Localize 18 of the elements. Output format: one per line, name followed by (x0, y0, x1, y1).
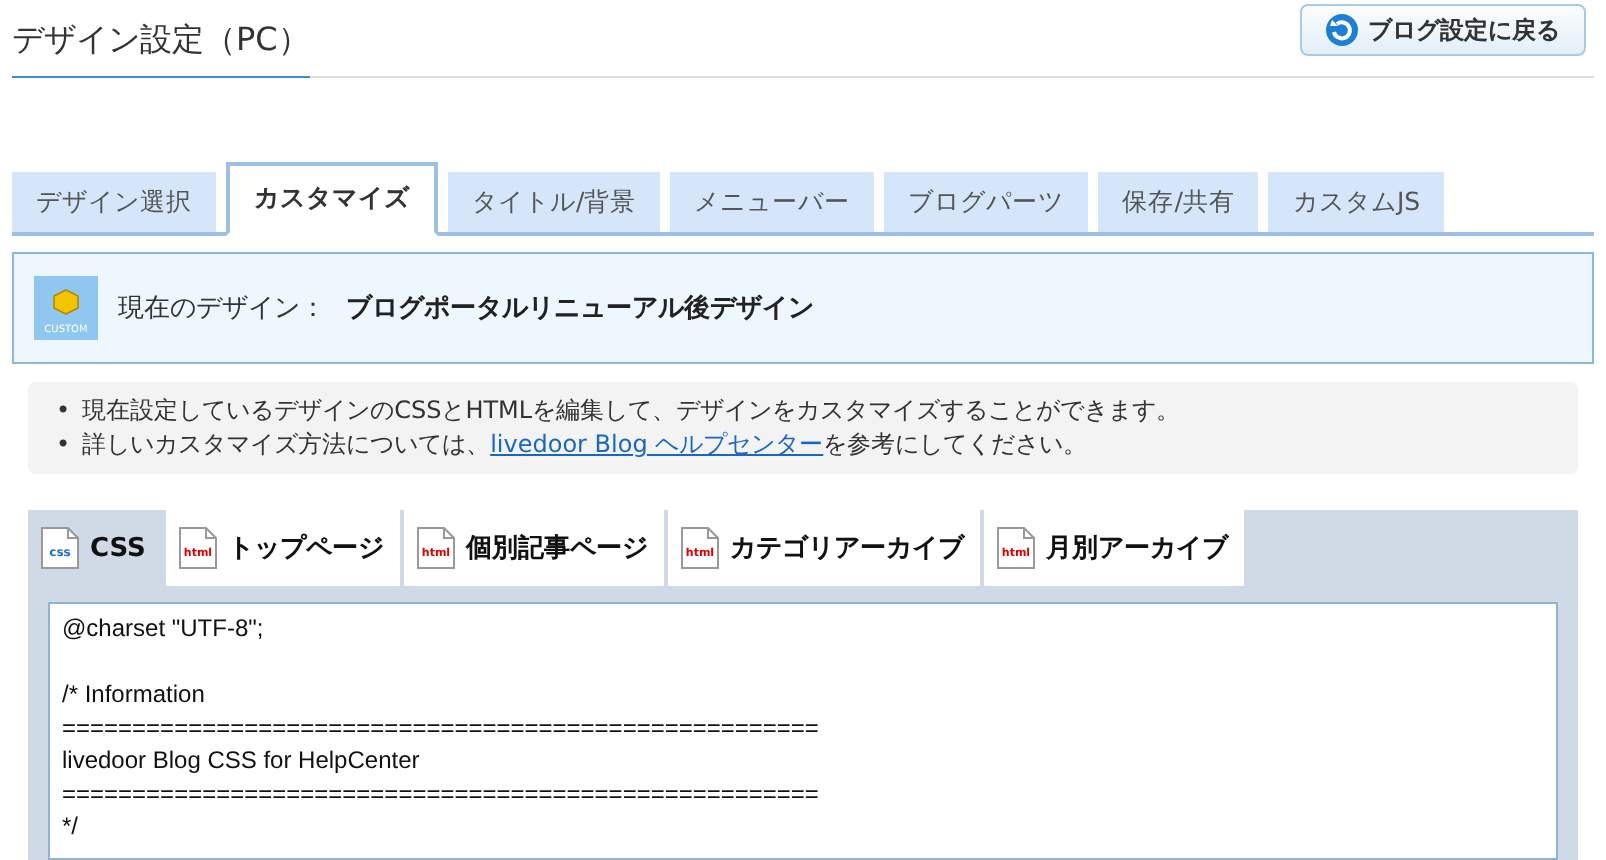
current-design-name: ブログポータルリニューアル後デザイン (346, 291, 814, 326)
tab[interactable]: カスタマイズ (226, 162, 438, 236)
back-to-blog-settings-button[interactable]: ブログ設定に戻る (1300, 4, 1586, 56)
current-design-label: 現在のデザイン： (118, 292, 326, 326)
tab[interactable]: カスタムJS (1268, 172, 1445, 236)
tab[interactable]: メニューバー (670, 172, 875, 236)
tab[interactable]: ブログパーツ (884, 172, 1089, 236)
note-text: 現在設定しているデザインのCSSとHTMLを編集して、デザインをカスタマイズすることができます。 (82, 394, 1181, 428)
note-text: 詳しいカスタマイズ方法については、livedoor Blog ヘルプセンター を参考にしてください。 (82, 428, 1088, 462)
code-editor-field[interactable]: @charset "UTF-8"; /* Information ====================================================== livedoor Blog CSS for HelpCenter ====================================================== */ (48, 602, 1558, 860)
bullet: • (56, 394, 71, 428)
bullet: • (56, 428, 71, 462)
tab[interactable]: デザイン選択 (12, 172, 216, 236)
page-title: デザイン設定（PC） (12, 20, 310, 78)
tab[interactable]: 保存/共有 (1098, 172, 1259, 236)
help-center-link[interactable]: livedoor Blog ヘルプセンター (490, 430, 824, 458)
refresh-icon (1326, 14, 1358, 46)
tab[interactable]: タイトル/背景 (448, 172, 661, 236)
